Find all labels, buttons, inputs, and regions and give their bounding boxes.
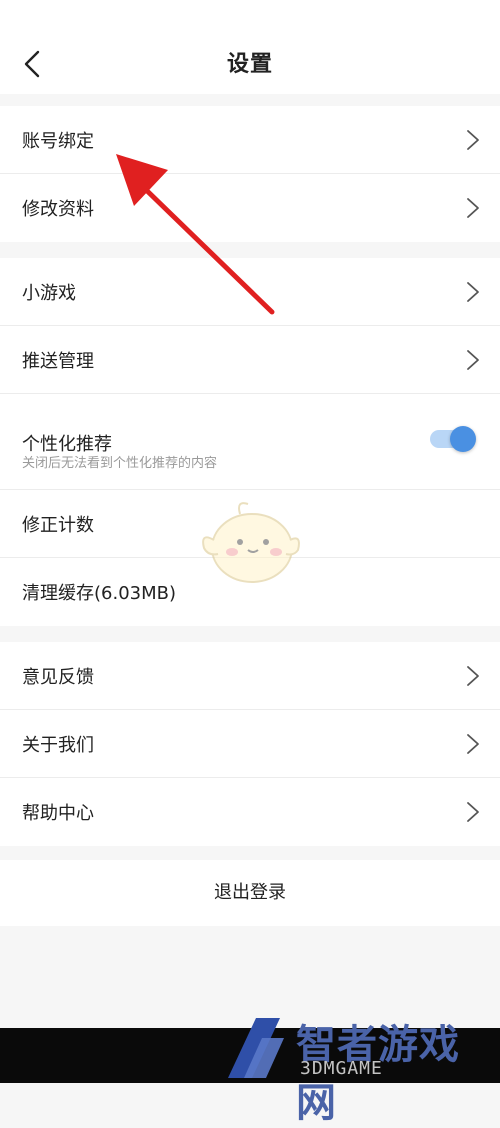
help-center-label: 帮助中心 — [22, 803, 94, 824]
header-bar: 设置 — [0, 0, 500, 94]
watermark-subtext: 3DMGAME — [300, 1058, 383, 1079]
mini-games-label: 小游戏 — [22, 282, 76, 304]
toggle-knob — [450, 426, 476, 452]
chevron-right-icon — [467, 281, 479, 302]
chevron-right-icon — [467, 349, 479, 370]
mascot-icon — [202, 502, 300, 583]
personalized-recommendation-row: 个性化推荐 关闭后无法看到个性化推荐的内容 — [0, 394, 500, 490]
account-binding-label: 账号绑定 — [22, 130, 94, 152]
watermark-logo-icon — [228, 1018, 284, 1078]
chevron-right-icon — [467, 802, 479, 822]
personalized-recommendation-description: 关闭后无法看到个性化推荐的内容 — [22, 456, 218, 471]
chevron-right-icon — [467, 733, 479, 754]
push-management-row[interactable]: 推送管理 — [0, 326, 500, 394]
page-title: 设置 — [226, 52, 273, 77]
chevron-right-icon — [467, 665, 479, 686]
annotation-arrow-icon — [116, 154, 275, 315]
chevron-right-icon — [467, 198, 479, 218]
edit-profile-label: 修改资料 — [22, 199, 94, 220]
clear-cache-label: 清理缓存(6.03MB) — [22, 583, 177, 604]
chevron-right-icon — [467, 129, 479, 150]
help-center-row[interactable]: 帮助中心 — [0, 778, 500, 846]
correction-count-label: 修正计数 — [22, 514, 94, 536]
about-us-row[interactable]: 关于我们 — [0, 710, 500, 778]
personalized-recommendation-toggle[interactable] — [430, 426, 476, 452]
logout-button[interactable]: 退出登录 — [0, 860, 500, 926]
push-management-label: 推送管理 — [22, 350, 94, 372]
support-group: 意见反馈 关于我们 帮助中心 — [0, 642, 500, 846]
feedback-label: 意见反馈 — [22, 666, 94, 688]
feedback-row[interactable]: 意见反馈 — [0, 642, 500, 710]
about-us-label: 关于我们 — [22, 734, 94, 756]
